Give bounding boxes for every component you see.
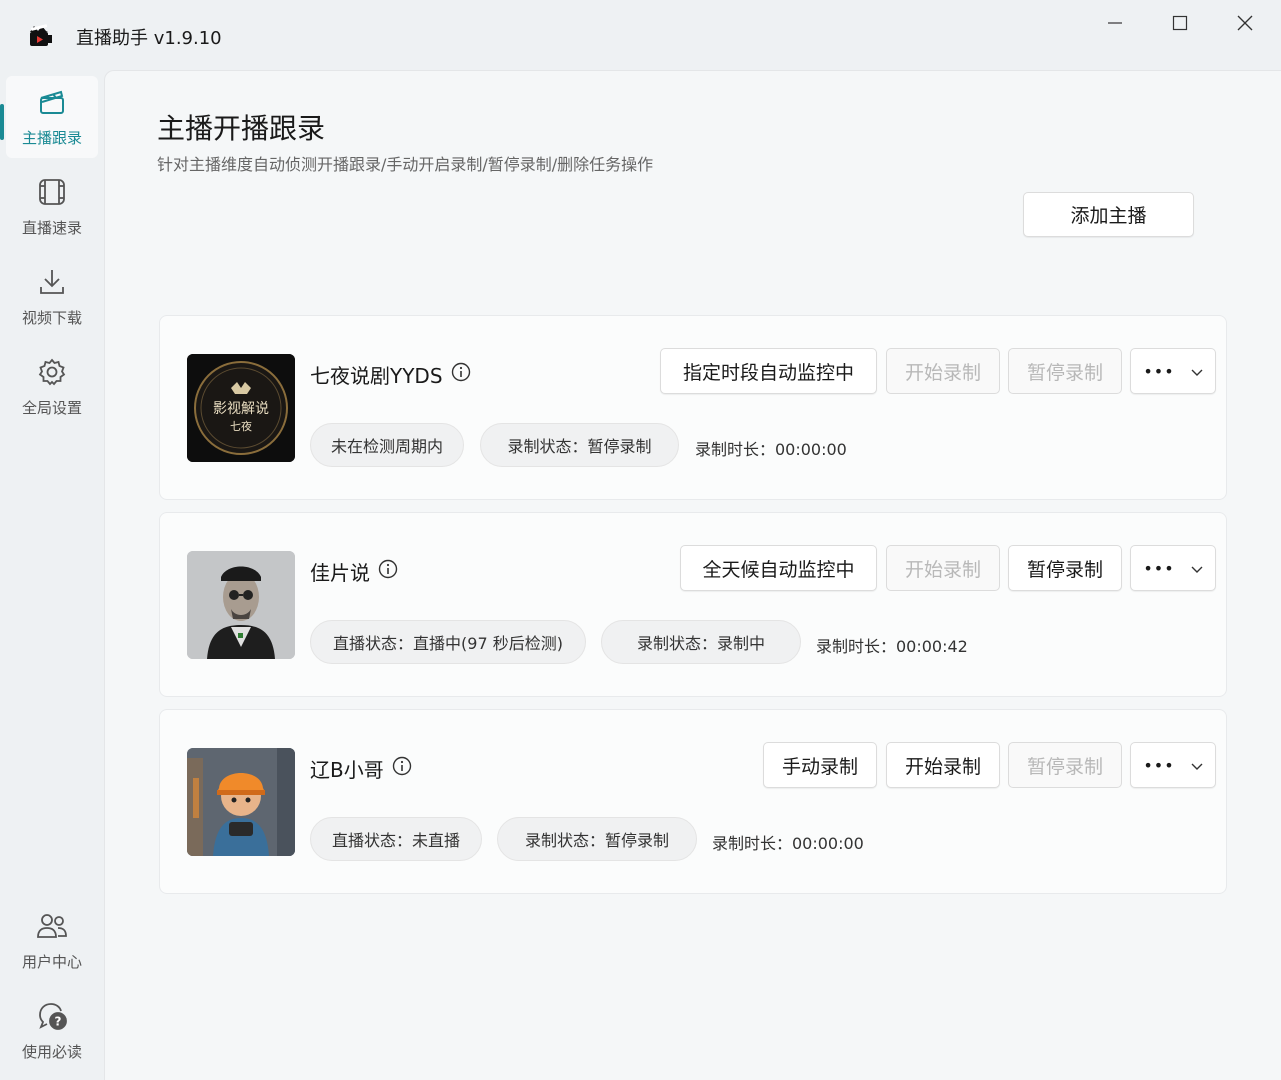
monitor-mode-button[interactable]: 指定时段自动监控中 <box>660 348 877 394</box>
record-duration: 录制时长：00:00:00 <box>712 834 864 853</box>
sidebar-item-label: 直播速录 <box>21 218 82 237</box>
more-options-button[interactable]: ••• <box>1130 742 1216 788</box>
chevron-down-icon <box>1191 360 1203 382</box>
gear-icon <box>37 357 67 397</box>
sidebar-item-must-read[interactable]: ? 使用必读 <box>6 990 98 1072</box>
anchor-name-text: 佳片说 <box>310 561 370 585</box>
minimize-button[interactable] <box>1092 8 1138 38</box>
sidebar-item-anchor-follow[interactable]: 主播跟录 <box>0 76 98 158</box>
anchor-card: 影视解说 七夜 七夜说剧YYDS 指定时段自动监控中 开始录制 暂停录制 •••… <box>159 315 1227 500</box>
record-status-badge: 录制状态：暂停录制 <box>480 423 679 467</box>
sidebar: 主播跟录 直播速录 视频下载 全局设置 用户中心 ? 使用必读 <box>0 70 104 1080</box>
anchor-name: 辽B小哥 <box>310 754 412 783</box>
svg-text:?: ? <box>55 1014 62 1028</box>
page-title: 主播开播跟录 <box>157 112 326 145</box>
sidebar-item-video-download[interactable]: 视频下载 <box>6 256 98 338</box>
avatar <box>187 551 295 659</box>
more-options-button[interactable]: ••• <box>1130 545 1216 591</box>
sidebar-item-label: 视频下载 <box>21 308 82 327</box>
monitor-mode-button[interactable]: 全天候自动监控中 <box>680 545 877 591</box>
pause-record-button[interactable]: 暂停录制 <box>1008 545 1122 591</box>
record-status-badge: 录制状态：暂停录制 <box>497 817 697 861</box>
main-content: 主播开播跟录 针对主播维度自动侦测开播跟录/手动开启录制/暂停录制/删除任务操作… <box>104 70 1281 1080</box>
avatar <box>187 748 295 856</box>
app-title: 直播助手 v1.9.10 <box>76 28 222 49</box>
sidebar-item-live-record[interactable]: 直播速录 <box>6 166 98 248</box>
anchor-card: 佳片说 全天候自动监控中 开始录制 暂停录制 ••• 直播状态：直播中(97 秒… <box>159 512 1227 697</box>
add-anchor-button[interactable]: 添加主播 <box>1023 192 1194 237</box>
avatar-text: 七夜 <box>230 419 252 433</box>
help-chat-icon: ? <box>36 1001 68 1041</box>
more-dots: ••• <box>1143 558 1175 578</box>
start-record-button[interactable]: 开始录制 <box>886 742 1000 788</box>
record-status-badge: 录制状态：录制中 <box>601 620 801 664</box>
pause-record-button[interactable]: 暂停录制 <box>1008 348 1122 394</box>
start-record-button[interactable]: 开始录制 <box>886 545 1000 591</box>
avatar: 影视解说 七夜 <box>187 354 295 462</box>
sidebar-item-label: 使用必读 <box>21 1042 82 1061</box>
chevron-down-icon <box>1191 754 1203 776</box>
more-options-button[interactable]: ••• <box>1130 348 1216 394</box>
start-record-button[interactable]: 开始录制 <box>886 348 1000 394</box>
title-bar: 直播助手 v1.9.10 <box>0 0 1281 70</box>
anchor-name: 七夜说剧YYDS <box>310 360 471 389</box>
anchor-name-text: 辽B小哥 <box>310 758 384 782</box>
app-logo-icon <box>28 24 54 48</box>
record-duration: 录制时长：00:00:00 <box>695 440 847 459</box>
pause-record-button[interactable]: 暂停录制 <box>1008 742 1122 788</box>
sidebar-item-label: 主播跟录 <box>21 128 82 147</box>
info-icon[interactable] <box>451 362 471 387</box>
info-icon[interactable] <box>378 559 398 584</box>
record-duration: 录制时长：00:00:42 <box>816 637 968 656</box>
download-icon <box>37 267 67 307</box>
anchor-name-text: 七夜说剧YYDS <box>310 364 443 388</box>
chevron-down-icon <box>1191 557 1203 579</box>
status-badge: 未在检测周期内 <box>310 423 464 467</box>
more-dots: ••• <box>1143 361 1175 381</box>
page-subtitle: 针对主播维度自动侦测开播跟录/手动开启录制/暂停录制/删除任务操作 <box>157 155 654 174</box>
maximize-button[interactable] <box>1157 8 1203 38</box>
sidebar-item-global-settings[interactable]: 全局设置 <box>6 346 98 428</box>
status-badge: 直播状态：直播中(97 秒后检测) <box>310 620 586 664</box>
sidebar-item-label: 全局设置 <box>21 398 82 417</box>
active-indicator <box>0 104 4 140</box>
clapperboard-icon <box>37 87 67 127</box>
monitor-mode-button[interactable]: 手动录制 <box>763 742 877 788</box>
more-dots: ••• <box>1143 755 1175 775</box>
anchor-card: 辽B小哥 手动录制 开始录制 暂停录制 ••• 直播状态：未直播 录制状态：暂停… <box>159 709 1227 894</box>
close-button[interactable] <box>1222 8 1268 38</box>
anchor-name: 佳片说 <box>310 557 398 586</box>
avatar-text: 影视解说 <box>213 401 269 417</box>
info-icon[interactable] <box>392 756 412 781</box>
status-badge: 直播状态：未直播 <box>310 817 482 861</box>
sidebar-item-user-center[interactable]: 用户中心 <box>6 900 98 982</box>
users-icon <box>36 911 68 951</box>
film-icon <box>37 177 67 217</box>
sidebar-item-label: 用户中心 <box>21 952 82 971</box>
